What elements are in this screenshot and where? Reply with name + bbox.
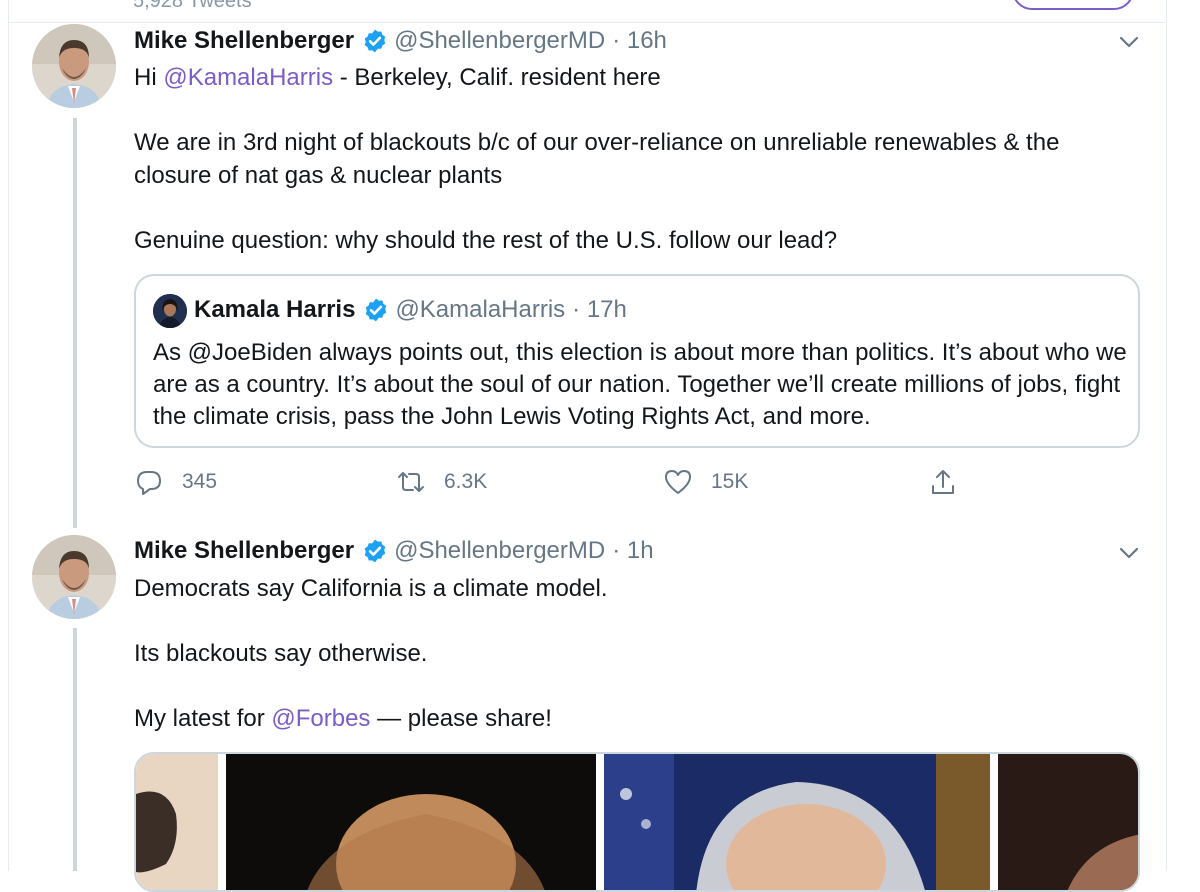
reply-count: 345 [182, 470, 218, 493]
chevron-down-icon[interactable] [1116, 540, 1142, 566]
tweet-line: My latest for @Forbes — please share! [134, 705, 552, 732]
reply-icon [137, 471, 161, 495]
author-handle[interactable]: @ShellenbergerMD [394, 537, 605, 565]
quote-header: Kamala Harris @KamalaHarris · 17h [194, 296, 627, 324]
tweet-paragraph: Genuine question: why should the rest of… [134, 227, 838, 254]
avatar[interactable] [32, 535, 116, 619]
tweet-header: Mike Shellenberger @ShellenbergerMD · 16… [134, 27, 667, 55]
retweet-icon [398, 472, 424, 492]
tweet-count: 5,928 Tweets [133, 0, 252, 12]
timeline-left-border [8, 0, 9, 871]
tweet-paragraph: Its blackouts say otherwise. [134, 640, 428, 667]
quote-body: As @JoeBiden always points out, this ele… [153, 339, 1127, 430]
timeline-right-border [1166, 0, 1167, 871]
chevron-down-icon[interactable] [1116, 29, 1142, 55]
tweet-media-image[interactable] [134, 752, 1140, 892]
tweet-actions: 345 6.3K 15K [134, 467, 1134, 507]
quote-author-name[interactable]: Kamala Harris [194, 296, 355, 324]
author-name[interactable]: Mike Shellenberger [134, 537, 354, 565]
verified-badge-icon [362, 28, 388, 54]
reply-button[interactable]: 345 [134, 467, 217, 497]
retweet-button[interactable]: 6.3K [396, 467, 487, 497]
tweet-body: Democrats say California is a climate mo… [134, 572, 1134, 735]
verified-badge-icon [363, 297, 389, 323]
like-button[interactable]: 15K [663, 467, 748, 497]
divider [8, 22, 1167, 23]
share-icon [932, 470, 954, 494]
thread-connector-line [73, 628, 77, 871]
avatar[interactable] [32, 24, 116, 108]
follow-button[interactable] [1012, 0, 1134, 10]
author-name[interactable]: Mike Shellenberger [134, 27, 354, 55]
quote-avatar[interactable] [153, 294, 187, 328]
tweet-paragraph: We are in 3rd night of blackouts b/c of … [134, 129, 1060, 189]
quote-author-handle[interactable]: @KamalaHarris [395, 296, 565, 324]
quoted-tweet[interactable]: Kamala Harris @KamalaHarris · 17h As @Jo… [134, 274, 1140, 448]
retweet-count: 6.3K [444, 470, 488, 493]
tweet-timestamp[interactable]: · 1h [612, 537, 653, 565]
like-count: 15K [711, 470, 749, 493]
like-icon [665, 470, 691, 494]
quote-timestamp[interactable]: · 17h [572, 296, 627, 324]
tweet-timestamp[interactable]: · 16h [612, 27, 667, 55]
tweet-header: Mike Shellenberger @ShellenbergerMD · 1h [134, 537, 654, 565]
mention-link[interactable]: @Forbes [271, 705, 370, 732]
tweet-body: Hi @KamalaHarris - Berkeley, Calif. resi… [134, 61, 1134, 257]
mention-link[interactable]: @KamalaHarris [163, 64, 333, 91]
profile-header-remnant: 5,928 Tweets [0, 0, 1200, 30]
tweet-line: Hi @KamalaHarris - Berkeley, Calif. resi… [134, 64, 661, 91]
tweet-paragraph: Democrats say California is a climate mo… [134, 575, 608, 602]
verified-badge-icon [362, 538, 388, 564]
author-handle[interactable]: @ShellenbergerMD [394, 27, 605, 55]
share-button[interactable] [928, 467, 976, 497]
thread-connector-line [73, 118, 77, 528]
